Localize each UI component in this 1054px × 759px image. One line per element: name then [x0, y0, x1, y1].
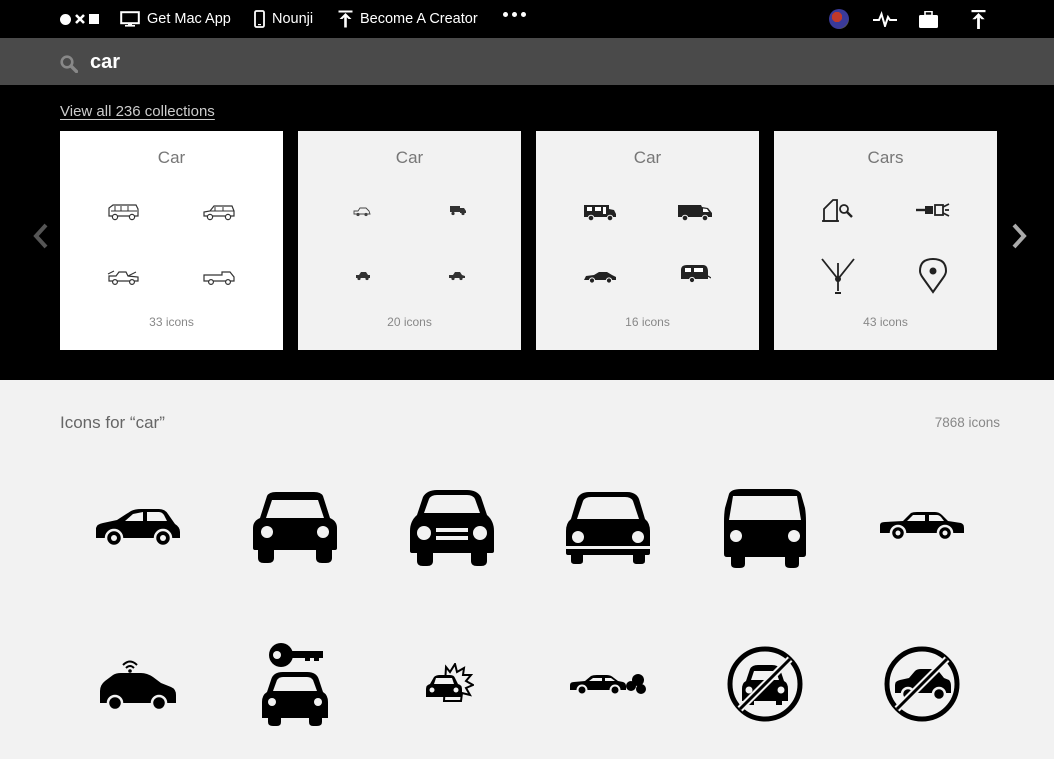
sedan-side-icon[interactable] — [879, 511, 965, 543]
upload-icon[interactable] — [971, 0, 986, 38]
chevron-right-icon[interactable] — [1010, 223, 1028, 249]
avatar — [829, 9, 849, 29]
upload-icon — [338, 10, 353, 28]
collection-title: Car — [633, 148, 662, 167]
minivan-outline-icon — [108, 204, 139, 221]
location-pin-icon — [919, 258, 947, 294]
tow-truck-outline-icon — [107, 270, 139, 286]
logo-square — [89, 14, 99, 24]
collection-card[interactable]: Car 16 icons — [536, 131, 759, 350]
collection-count: 16 icons — [625, 315, 670, 329]
results-count: 7868 icons — [934, 415, 1000, 430]
wagon-outline-icon — [203, 205, 235, 221]
search-bar — [0, 38, 1054, 85]
small-sedan-icon — [449, 272, 465, 281]
delivery-van-icon — [678, 205, 712, 222]
nounji-label: Nounji — [272, 11, 314, 27]
caravan-trailer-icon — [681, 265, 711, 284]
top-nav: Get Mac App Nounji Become A Creator — [0, 0, 1054, 38]
collection-card[interactable]: Car 33 icons — [60, 131, 283, 350]
more-menu-icon[interactable] — [503, 12, 526, 17]
collection-title: Car — [157, 148, 186, 167]
small-car-outline-icon — [353, 207, 371, 217]
noun-project-logo[interactable] — [60, 12, 99, 26]
no-car-icon[interactable] — [726, 645, 804, 723]
car-front-headlights-icon[interactable] — [409, 489, 495, 567]
rv-camper-icon — [584, 205, 616, 222]
car-front-outline-icon[interactable] — [565, 491, 651, 565]
no-parking-car-icon[interactable] — [883, 645, 961, 723]
sports-car-icon — [584, 272, 616, 284]
collections-section: View all 236 collections Car 33 icons Ca… — [0, 85, 1054, 380]
collection-title: Car — [395, 148, 424, 167]
antenna-icon — [821, 258, 855, 294]
chevron-left-icon[interactable] — [32, 223, 50, 249]
phone-icon — [254, 10, 265, 28]
van-front-icon[interactable] — [723, 488, 807, 570]
get-mac-app-label: Get Mac App — [147, 11, 231, 27]
collection-count: 33 icons — [149, 315, 194, 329]
car-front-icon[interactable] — [252, 492, 338, 564]
connected-car-icon[interactable] — [99, 657, 177, 713]
nounji-link[interactable]: Nounji — [254, 0, 313, 38]
collection-count: 20 icons — [387, 315, 432, 329]
car-crash-icon[interactable] — [424, 663, 474, 703]
view-all-collections-link[interactable]: View all 236 collections — [60, 103, 215, 120]
car-key-icon[interactable] — [261, 642, 329, 728]
logo-x — [75, 14, 85, 24]
pickup-truck-outline-icon — [203, 271, 235, 286]
car-key-fob-icon — [916, 203, 950, 217]
car-door-search-icon — [822, 199, 853, 222]
collection-card[interactable]: Car 20 icons — [298, 131, 521, 350]
car-exhaust-icon[interactable] — [569, 670, 647, 696]
search-input[interactable] — [90, 48, 990, 76]
become-creator-link[interactable]: Become A Creator — [338, 0, 478, 38]
activity-icon[interactable] — [873, 0, 897, 38]
collection-card[interactable]: Cars 43 icons — [774, 131, 997, 350]
get-mac-app-link[interactable]: Get Mac App — [120, 0, 231, 38]
results-title: Icons for “car” — [60, 413, 165, 432]
small-car-icon — [356, 272, 370, 281]
logo-dot — [60, 13, 71, 25]
collection-count: 43 icons — [863, 315, 908, 329]
become-creator-label: Become A Creator — [360, 11, 478, 27]
hatchback-icon[interactable] — [95, 508, 181, 548]
briefcase-icon[interactable] — [919, 0, 938, 38]
small-truck-icon — [450, 206, 466, 216]
collection-title: Cars — [867, 148, 904, 167]
user-avatar[interactable] — [829, 0, 849, 38]
search-icon — [60, 55, 78, 73]
monitor-icon — [120, 11, 140, 27]
